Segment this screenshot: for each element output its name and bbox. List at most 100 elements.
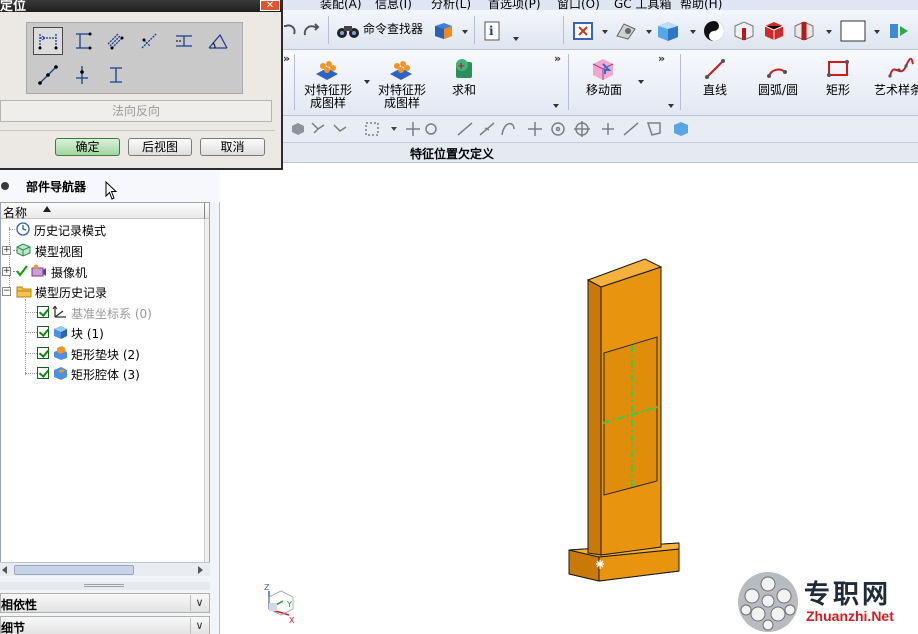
column-header-name[interactable]: 名称 (1, 203, 209, 220)
command-finder-button[interactable]: 命令查找器 (363, 23, 423, 36)
line-onto-line-icon[interactable] (101, 61, 131, 89)
unite-button[interactable]: 求和 (442, 84, 486, 97)
menu-info[interactable]: 信息(I) (375, 0, 412, 10)
toolbar-overflow-icon[interactable]: » (658, 52, 665, 65)
tree-row-cameras[interactable]: + 摄像机 (1, 261, 209, 281)
fit-view-icon[interactable] (572, 21, 594, 41)
chevron-down-icon[interactable]: ∨ (190, 595, 208, 611)
visibility-checkbox[interactable] (37, 367, 49, 379)
graphics-window[interactable]: Z Y X (221, 163, 918, 634)
tree-row-rect-pocket[interactable]: 矩形腔体 (3) (1, 363, 209, 383)
vertical-dimension-icon[interactable] (67, 27, 97, 55)
ok-button[interactable]: 确定 (55, 138, 120, 156)
details-panel[interactable]: 细节 ∨ (0, 616, 210, 634)
arc-icon[interactable] (766, 58, 788, 80)
pattern-feature-button[interactable]: 对特征形 成图样 (300, 84, 356, 110)
svg-text:X: X (289, 616, 295, 625)
binoculars-icon[interactable] (336, 22, 360, 40)
tree-label: 矩形垫块 (2) (71, 348, 140, 362)
assembly-navigator-icon[interactable] (888, 20, 912, 42)
menu-assembly[interactable]: 装配(A) (320, 0, 362, 10)
tree-row-history-mode[interactable]: 历史记录模式 (1, 219, 209, 239)
cancel-button[interactable]: 取消 (200, 138, 265, 156)
pattern-feature-icon[interactable] (314, 58, 340, 82)
perpendicular-dimension-icon[interactable] (135, 27, 165, 55)
tree-row-datum-csys[interactable]: 基准坐标系 (0) (1, 302, 209, 322)
dialog-title: 定位 (0, 0, 27, 14)
dialog-titlebar[interactable]: 定位 ✕ (0, 0, 281, 14)
arc-circle-button[interactable]: 圆弧/圆 (750, 84, 806, 97)
toolbar-overflow-icon[interactable]: » (283, 52, 290, 65)
parallel-dimension-icon[interactable] (101, 27, 131, 55)
reverse-normal-button[interactable]: 法向反向 (0, 100, 272, 122)
move-face-icon[interactable] (590, 56, 616, 82)
visibility-checkbox[interactable] (37, 326, 49, 338)
line-icon[interactable] (704, 58, 726, 80)
visibility-checkbox[interactable] (37, 347, 49, 359)
studio-spline-button[interactable]: 艺术样条 (874, 84, 918, 97)
visibility-checkbox[interactable] (37, 306, 49, 318)
dependencies-panel[interactable]: 相依性 ∨ (0, 593, 210, 613)
horizontal-scrollbar[interactable] (0, 562, 210, 576)
collapse-icon[interactable]: − (2, 287, 11, 296)
menu-help[interactable]: 帮助(H) (680, 0, 722, 10)
tree-row-block[interactable]: 块 (1) (1, 322, 209, 342)
expand-icon[interactable]: + (2, 267, 11, 276)
section-view-icon[interactable] (792, 20, 816, 42)
redo-icon[interactable] (300, 22, 322, 40)
color-swatch-icon[interactable] (840, 20, 866, 42)
rectangle-button[interactable]: 矩形 (818, 84, 858, 97)
pattern-feature-icon[interactable] (388, 58, 414, 82)
scroll-right-icon[interactable] (198, 566, 203, 574)
studio-spline-icon[interactable] (888, 58, 914, 80)
red-cube-icon[interactable] (762, 20, 786, 42)
angular-dimension-icon[interactable] (203, 27, 233, 55)
toolbar-overflow-icon[interactable]: » (554, 52, 561, 65)
scroll-thumb[interactable] (14, 565, 134, 575)
snap-point-icons[interactable] (288, 117, 708, 143)
close-icon[interactable]: ✕ (260, 0, 280, 11)
splitter[interactable] (0, 582, 210, 590)
move-face-button[interactable]: 移动面 (578, 84, 630, 97)
menu-analysis[interactable]: 分析(L) (431, 0, 471, 10)
navigator-pin-icon[interactable] (0, 179, 12, 193)
menu-window[interactable]: 窗口(O) (557, 0, 600, 10)
parallel-at-distance-icon[interactable] (169, 27, 199, 55)
point-onto-line-icon[interactable] (67, 61, 97, 89)
vertical-scrollbar[interactable] (204, 219, 209, 563)
checkmark-icon (16, 265, 28, 277)
view-orientation-icon[interactable] (614, 21, 638, 41)
menu-preferences[interactable]: 首选项(P) (488, 0, 541, 10)
tree-label: 摄像机 (51, 266, 88, 280)
class-selection-icon[interactable] (432, 21, 454, 41)
horizontal-dimension-icon[interactable] (33, 27, 63, 55)
point-onto-point-icon[interactable] (33, 61, 63, 89)
block-icon (52, 324, 68, 340)
sort-ascending-icon[interactable] (43, 206, 51, 212)
svg-text:Z: Z (264, 583, 270, 592)
tree-row-rect-pad[interactable]: 矩形垫块 (2) (1, 343, 209, 363)
positioning-methods (26, 22, 243, 94)
navigator-header: 部件导航器 (0, 170, 220, 202)
tree-row-model-views[interactable]: + 模型视图 (1, 240, 209, 260)
rectangle-icon[interactable] (826, 58, 850, 80)
unite-icon[interactable]: + (452, 56, 478, 82)
chevron-down-icon[interactable]: ∨ (190, 618, 208, 634)
mouse-cursor-icon (104, 181, 120, 201)
expand-icon[interactable]: + (2, 246, 11, 255)
shaded-view-icon[interactable] (656, 20, 680, 42)
menu-gc-toolbox[interactable]: GC 工具箱 (614, 0, 672, 10)
model-block[interactable]: Z Y X (221, 163, 918, 634)
pattern-feature-button-2[interactable]: 对特征形 成图样 (374, 84, 430, 110)
undo-icon[interactable] (282, 20, 296, 40)
back-view-button[interactable]: 后视图 (128, 138, 192, 156)
line-button[interactable]: 直线 (694, 84, 736, 97)
tree-row-model-history[interactable]: − 模型历史记录 (1, 281, 209, 301)
feature-toolbar: » » » 对特征形 成图样 对特征形 成图样 + 求和 移动面 直线 圆弧/圆… (280, 50, 918, 116)
scroll-left-icon[interactable] (2, 566, 7, 574)
information-icon[interactable]: i (483, 20, 503, 42)
background-icon[interactable] (702, 20, 726, 42)
wireframe-red-icon[interactable] (732, 20, 756, 42)
datum-csys-icon (52, 304, 68, 320)
part-navigator: 部件导航器 名称 历史记录模式 + 模型视图 + 摄像机 − 模型历史记录 基准… (0, 170, 220, 634)
